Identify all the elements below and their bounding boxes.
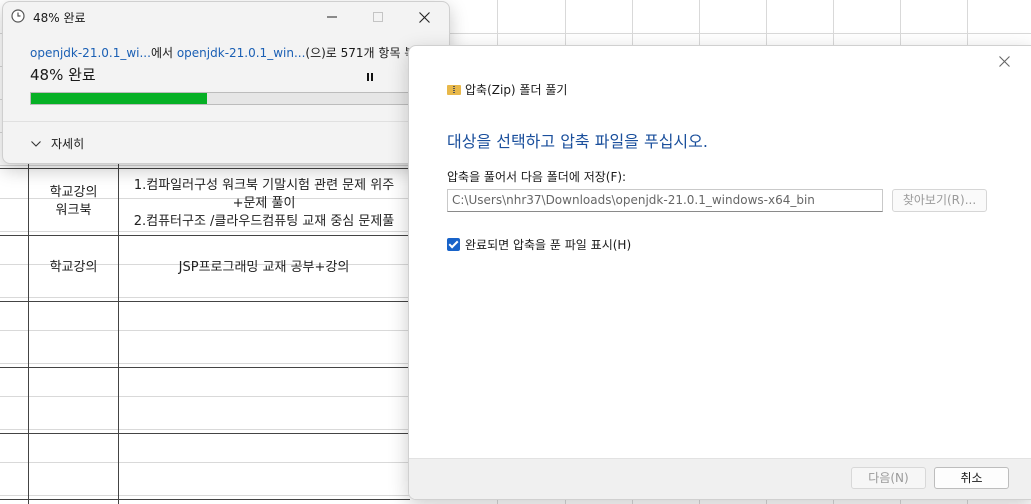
extract-zip-dialog: 압축(Zip) 폴더 풀기 대상을 선택하고 압축 파일을 푸십시오. 압축을 … bbox=[408, 45, 1031, 500]
show-files-label: 완료되면 압축을 푼 파일 표시(H) bbox=[465, 238, 632, 252]
destination-input[interactable]: C:\Users\nhr37\Downloads\openjdk-21.0.1_… bbox=[447, 189, 883, 212]
extract-header-label: 압축(Zip) 폴더 풀기 bbox=[465, 83, 568, 97]
dialog-footer: 다음(N) 취소 bbox=[409, 458, 1031, 499]
extract-close-button[interactable] bbox=[999, 53, 1010, 71]
browse-button[interactable]: 찾아보기(R)... bbox=[892, 189, 987, 212]
close-icon bbox=[999, 56, 1010, 67]
details-label: 자세히 bbox=[51, 137, 85, 151]
pause-icon bbox=[366, 66, 374, 85]
copy-progress-dialog: 48% 완료 openjdk-21.0.1_wi...에서 openjdk-21… bbox=[2, 1, 450, 164]
destination-label: 압축을 풀어서 다음 폴더에 저장(F): bbox=[447, 170, 627, 184]
show-files-option[interactable]: 완료되면 압축을 푼 파일 표시(H) bbox=[447, 236, 631, 253]
close-button[interactable] bbox=[401, 2, 447, 32]
target-folder-link[interactable]: openjdk-21.0.1_win... bbox=[177, 46, 306, 60]
copy-dialog-title: 48% 완료 bbox=[33, 11, 86, 25]
close-icon bbox=[418, 11, 430, 23]
details-toggle[interactable]: 자세히 bbox=[31, 135, 84, 152]
copy-body: openjdk-21.0.1_wi...에서 openjdk-21.0.1_wi… bbox=[3, 32, 449, 163]
from-word: 에서 bbox=[150, 46, 177, 60]
row1-category: 학교강의 워크북 bbox=[49, 185, 98, 218]
show-files-checkbox[interactable] bbox=[447, 238, 460, 251]
copy-progress-bar bbox=[30, 92, 424, 105]
percent-complete: 48% 완료 bbox=[30, 66, 96, 84]
row2-content: JSP프로그래밍 교재 공부+강의 bbox=[178, 260, 350, 275]
copy-titlebar[interactable]: 48% 완료 bbox=[3, 2, 449, 32]
maximize-icon bbox=[373, 12, 383, 22]
divider bbox=[3, 121, 449, 122]
extract-header: 압축(Zip) 폴더 풀기 bbox=[447, 81, 567, 98]
next-button[interactable]: 다음(N) bbox=[851, 467, 926, 489]
progress-fill bbox=[31, 93, 208, 104]
pause-button[interactable] bbox=[361, 67, 379, 83]
clock-icon bbox=[11, 9, 25, 23]
row2-category: 학교강의 bbox=[49, 260, 98, 275]
chevron-down-icon bbox=[31, 140, 41, 147]
cancel-button[interactable]: 취소 bbox=[934, 467, 1009, 489]
maximize-button bbox=[355, 2, 401, 32]
minimize-icon bbox=[327, 16, 337, 18]
source-folder-link[interactable]: openjdk-21.0.1_wi... bbox=[30, 46, 151, 60]
minimize-button[interactable] bbox=[309, 2, 355, 32]
zip-folder-icon bbox=[447, 84, 461, 95]
copy-status-line: openjdk-21.0.1_wi...에서 openjdk-21.0.1_wi… bbox=[30, 44, 441, 61]
extract-heading: 대상을 선택하고 압축 파일을 푸십시오. bbox=[447, 132, 708, 151]
row1-content: 1.컴파일러구성 워크북 기말시험 관련 문제 위주 +문제 풀이 2.컴퓨터구… bbox=[133, 178, 395, 229]
